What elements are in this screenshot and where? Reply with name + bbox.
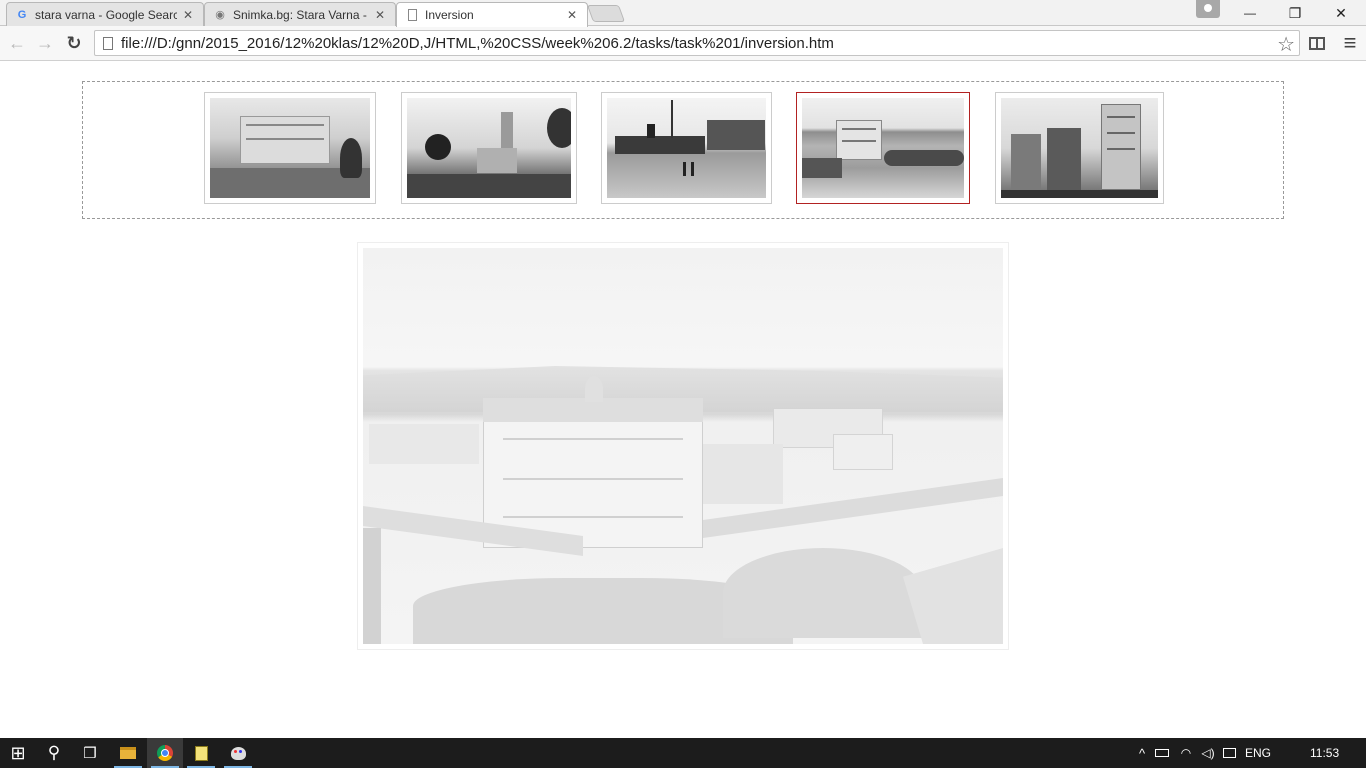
url-text[interactable]: file:///D:/gnn/2015_2016/12%20klas/12%20…: [121, 35, 834, 52]
tab-title: Snimka.bg: Stara Varna - K: [233, 7, 369, 22]
photo-old-building: [210, 98, 370, 198]
profile-icon[interactable]: [1196, 0, 1220, 18]
tab-snimka[interactable]: ◉ Snimka.bg: Stara Varna - K ✕: [204, 2, 396, 26]
thumbnail-gallery: [82, 81, 1284, 219]
photo-ship-harbor: [607, 98, 766, 198]
restore-button[interactable]: ❐: [1272, 0, 1318, 26]
browser-toolbar: ← → ↻ file:///D:/gnn/2015_2016/12%20klas…: [0, 26, 1366, 61]
tab-title: stara varna - Google Searc: [35, 7, 177, 22]
action-center-icon[interactable]: [1218, 748, 1240, 758]
menu-button[interactable]: ≡: [1338, 30, 1362, 55]
forward-button[interactable]: →: [33, 31, 57, 55]
main-image-city-panorama: [363, 248, 1003, 644]
photo-city-square: [802, 98, 964, 198]
start-button[interactable]: ⊞: [0, 738, 36, 768]
thumbnail-1[interactable]: [204, 92, 376, 204]
google-icon: G: [17, 8, 27, 21]
bookmark-star-icon[interactable]: ☆: [1277, 32, 1295, 57]
back-button[interactable]: ←: [5, 31, 29, 55]
show-hidden-icons-icon[interactable]: ^: [1134, 746, 1150, 761]
thumbnail-3[interactable]: [601, 92, 772, 204]
snimka-icon: ◉: [215, 9, 225, 21]
paint-icon[interactable]: [220, 738, 256, 768]
clock[interactable]: 11:53: [1310, 738, 1339, 768]
system-tray: ^ ◠ ◁) ENG: [1134, 738, 1276, 768]
file-explorer-icon[interactable]: [110, 738, 146, 768]
language-indicator[interactable]: ENG: [1240, 746, 1276, 760]
page-icon: [405, 8, 419, 22]
windows-taskbar: ⊞ ⚲ ❒ ^ ◠ ◁) ENG 11:53: [0, 738, 1366, 768]
thumbnail-5[interactable]: [995, 92, 1164, 204]
wifi-icon[interactable]: ◠: [1174, 746, 1198, 760]
tab-inversion[interactable]: Inversion ✕: [396, 2, 588, 27]
address-bar[interactable]: file:///D:/gnn/2015_2016/12%20klas/12%20…: [94, 30, 1300, 56]
thumbnail-2[interactable]: [401, 92, 577, 204]
tab-close-icon[interactable]: ✕: [373, 8, 387, 22]
photo-clock-tower: [407, 98, 571, 198]
window-close-button[interactable]: ✕: [1318, 0, 1364, 26]
thumbnail-4[interactable]: [796, 92, 970, 204]
volume-icon[interactable]: ◁): [1198, 746, 1218, 760]
tab-close-icon[interactable]: ✕: [565, 8, 579, 22]
reader-icon[interactable]: [1305, 31, 1329, 55]
page-icon: [103, 36, 113, 50]
tab-close-icon[interactable]: ✕: [181, 8, 195, 22]
photo-corner-building: [1001, 98, 1158, 198]
tab-title: Inversion: [425, 8, 474, 22]
task-view-icon[interactable]: ❒: [72, 738, 108, 768]
tab-strip: G stara varna - Google Searc ✕ ◉ Snimka.…: [0, 0, 1366, 27]
notepad-icon[interactable]: [183, 738, 219, 768]
page-content: [0, 62, 1366, 738]
tab-google-search[interactable]: G stara varna - Google Searc ✕: [6, 2, 204, 26]
search-icon[interactable]: ⚲: [36, 738, 72, 768]
minimize-button[interactable]: —: [1227, 0, 1273, 26]
new-tab-button[interactable]: [586, 5, 626, 22]
chrome-icon[interactable]: [147, 738, 183, 768]
battery-icon[interactable]: [1150, 749, 1174, 757]
reload-button[interactable]: ↻: [62, 31, 86, 55]
main-image-frame: [357, 242, 1009, 650]
